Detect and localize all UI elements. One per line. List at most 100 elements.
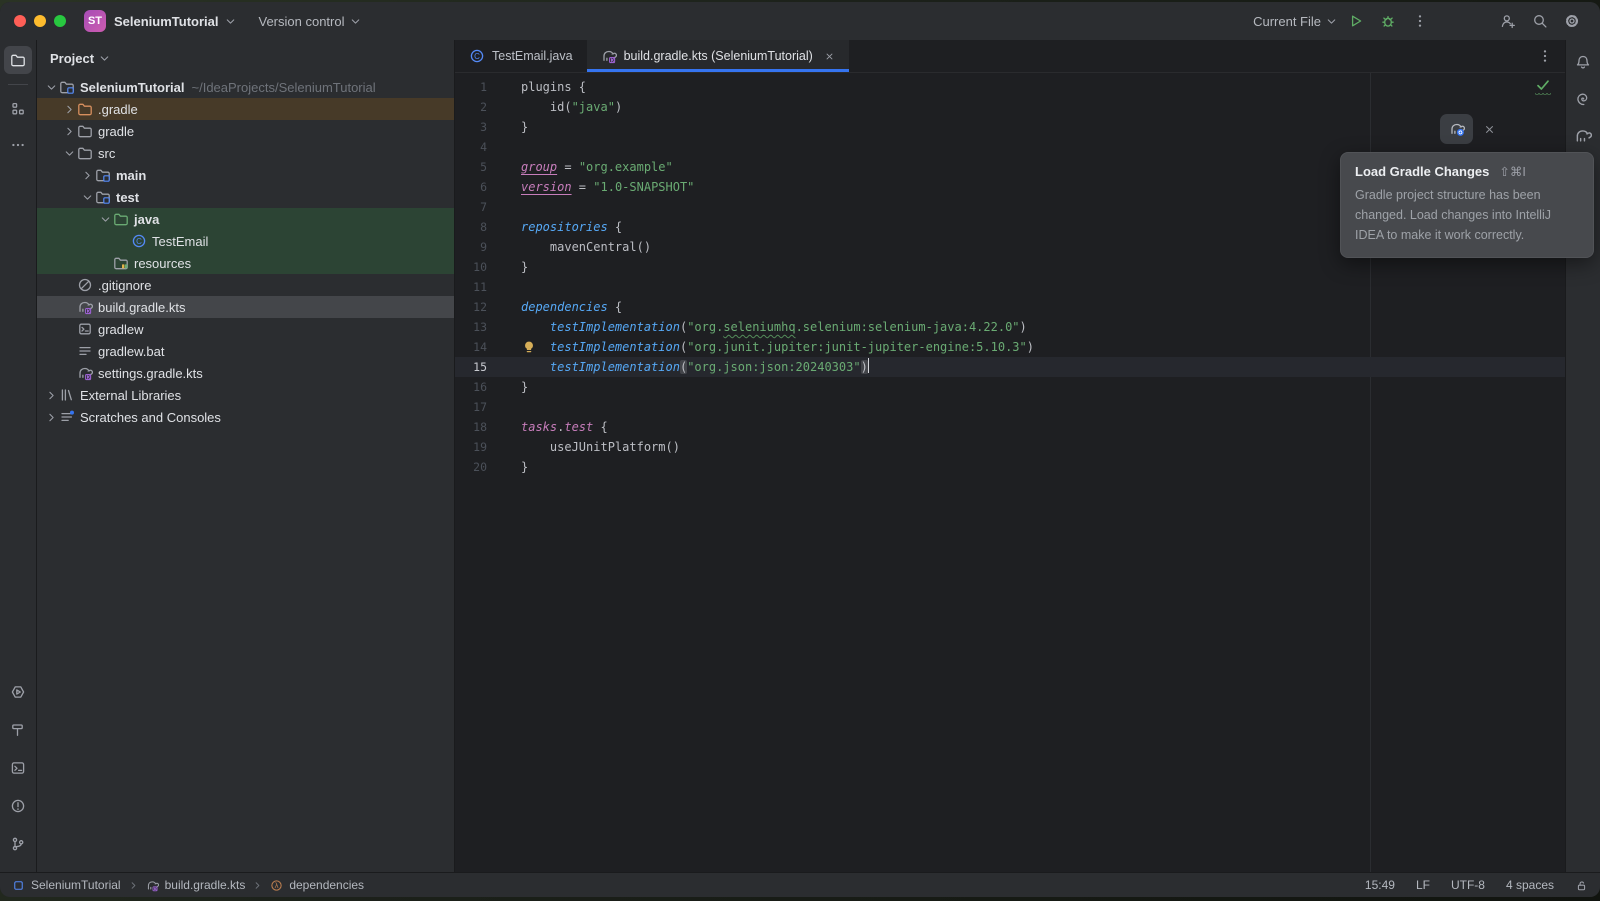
lock-open-icon[interactable]: [1575, 879, 1588, 892]
tree-item-gradlew[interactable]: gradlew: [37, 318, 454, 340]
chevron-down-icon[interactable]: [61, 145, 77, 161]
code-area[interactable]: 1plugins {2 id("java")3}45group = "org.e…: [455, 73, 1565, 477]
code-line-1[interactable]: 1plugins {: [455, 77, 1565, 97]
chevron-right-icon[interactable]: [61, 123, 77, 139]
toolwindow-button-more[interactable]: [4, 131, 32, 159]
toolwindow-button-build-hammer[interactable]: [4, 716, 32, 744]
tree-item--gitignore[interactable]: .gitignore: [37, 274, 454, 296]
tree-item-resources[interactable]: resources: [37, 252, 454, 274]
chevron-down-icon[interactable]: [224, 15, 237, 28]
tree-item-gradlew-bat[interactable]: gradlew.bat: [37, 340, 454, 362]
breadcrumb-seleniumtutorial[interactable]: SeleniumTutorial: [12, 878, 121, 892]
code-line-16[interactable]: 16}: [455, 377, 1565, 397]
toolwindow-button-terminal[interactable]: [4, 754, 32, 782]
tree-item-external-libraries[interactable]: External Libraries: [37, 384, 454, 406]
code-line-10[interactable]: 10}: [455, 257, 1565, 277]
tree-item-test[interactable]: test: [37, 186, 454, 208]
tree-item-scratches-and-consoles[interactable]: Scratches and Consoles: [37, 406, 454, 428]
code-line-3[interactable]: 3}: [455, 117, 1565, 137]
line-number: 19: [455, 437, 487, 457]
chevron-down-icon[interactable]: [97, 211, 113, 227]
close-tab-icon[interactable]: [824, 51, 835, 62]
tree-item-java[interactable]: java: [37, 208, 454, 230]
toolwindow-button-run-hexagon[interactable]: [4, 678, 32, 706]
statusbar-item-lf[interactable]: LF: [1416, 878, 1430, 892]
toolwindow-button-structure[interactable]: [4, 95, 32, 123]
debug-button[interactable]: [1374, 8, 1402, 34]
close-window-button[interactable]: [14, 15, 26, 27]
vcs-widget-label: Version control: [259, 14, 345, 29]
line-number: 11: [455, 277, 487, 297]
toolwindow-button-gradle-elephant[interactable]: [1569, 122, 1597, 150]
tab-options-button[interactable]: [1537, 40, 1565, 72]
chevron-right-icon[interactable]: [43, 409, 59, 425]
breadcrumb-build-gradle-kts[interactable]: build.gradle.kts: [146, 878, 246, 892]
shell-file-icon: [77, 321, 93, 337]
tree-item-testemail[interactable]: CTestEmail: [37, 230, 454, 252]
code-line-18[interactable]: 18tasks.test {: [455, 417, 1565, 437]
inspections-widget[interactable]: [1535, 77, 1551, 97]
code-token: }: [521, 460, 528, 474]
tab-build-gradle-kts[interactable]: build.gradle.kts (SeleniumTutorial): [587, 40, 849, 72]
statusbar-item-utf-8[interactable]: UTF-8: [1451, 878, 1485, 892]
code-line-12[interactable]: 12dependencies {: [455, 297, 1565, 317]
chevron-right-icon[interactable]: [43, 387, 59, 403]
zoom-window-button[interactable]: [54, 15, 66, 27]
project-panel-title: Project: [50, 51, 94, 66]
code-token: testImplementation: [550, 340, 680, 354]
chevron-down-icon[interactable]: [79, 189, 95, 205]
tree-item-main[interactable]: main: [37, 164, 454, 186]
build-hammer-icon: [10, 722, 26, 738]
search-everywhere-button[interactable]: [1526, 8, 1554, 34]
run-configuration-selector[interactable]: Current File: [1253, 14, 1338, 29]
code-line-2[interactable]: 2 id("java"): [455, 97, 1565, 117]
toolwindow-button-project-folder[interactable]: [4, 46, 32, 74]
line-number: 1: [455, 77, 487, 97]
project-widget-label[interactable]: SeleniumTutorial: [114, 14, 219, 29]
tab-testemail-java[interactable]: CTestEmail.java: [455, 40, 587, 72]
code-token: }: [521, 120, 528, 134]
tree-item--gradle[interactable]: .gradle: [37, 98, 454, 120]
tree-item-src[interactable]: src: [37, 142, 454, 164]
minimize-window-button[interactable]: [34, 15, 46, 27]
tree-item-seleniumtutorial[interactable]: SeleniumTutorial~/IdeaProjects/SeleniumT…: [37, 76, 454, 98]
project-panel-header[interactable]: Project: [37, 40, 454, 76]
toolwindow-button-ai-spiral[interactable]: [1569, 85, 1597, 113]
load-gradle-changes-button[interactable]: [1440, 114, 1473, 144]
folder-resources-icon: [113, 255, 129, 271]
tree-item-settings-gradle-kts[interactable]: settings.gradle.kts: [37, 362, 454, 384]
code-line-11[interactable]: 11: [455, 277, 1565, 297]
run-button[interactable]: [1342, 8, 1370, 34]
code-with-me-button[interactable]: [1494, 8, 1522, 34]
close-icon[interactable]: [1483, 123, 1496, 136]
vcs-widget[interactable]: Version control: [259, 14, 362, 29]
statusbar-item-15-49[interactable]: 15:49: [1365, 878, 1395, 892]
chevron-right-icon[interactable]: [79, 167, 95, 183]
tree-item-gradle[interactable]: gradle: [37, 120, 454, 142]
code-token: =: [572, 180, 594, 194]
line-number: 5: [455, 157, 487, 177]
tree-item-build-gradle-kts[interactable]: build.gradle.kts: [37, 296, 454, 318]
settings-button[interactable]: [1558, 8, 1586, 34]
more-actions-button[interactable]: [1406, 8, 1434, 34]
code-token: }: [521, 380, 528, 394]
gradle-refresh-icon: [1449, 121, 1465, 137]
toolwindow-button-git-branch[interactable]: [4, 830, 32, 858]
code-line-13[interactable]: 13 testImplementation("org.seleniumhq.se…: [455, 317, 1565, 337]
code-line-19[interactable]: 19 useJUnitPlatform(): [455, 437, 1565, 457]
intention-bulb-icon[interactable]: [521, 339, 537, 355]
statusbar-item-4-spaces[interactable]: 4 spaces: [1506, 878, 1554, 892]
breadcrumb-dependencies[interactable]: λdependencies: [270, 878, 364, 892]
code-line-14[interactable]: 14 testImplementation("org.junit.jupiter…: [455, 337, 1565, 357]
chevron-right-icon[interactable]: [61, 101, 77, 117]
line-number: 3: [455, 117, 487, 137]
toolwindow-button-bell[interactable]: [1569, 48, 1597, 76]
project-avatar[interactable]: ST: [84, 10, 106, 32]
code-line-15[interactable]: 15 testImplementation("org.json:json:202…: [455, 357, 1565, 377]
toolwindow-button-problems[interactable]: [4, 792, 32, 820]
code-line-17[interactable]: 17: [455, 397, 1565, 417]
chevron-down-icon[interactable]: [43, 79, 59, 95]
code-line-20[interactable]: 20}: [455, 457, 1565, 477]
breadcrumb-separator-icon: [252, 880, 263, 891]
desktop: ST SeleniumTutorial Version control Curr…: [0, 0, 1600, 901]
